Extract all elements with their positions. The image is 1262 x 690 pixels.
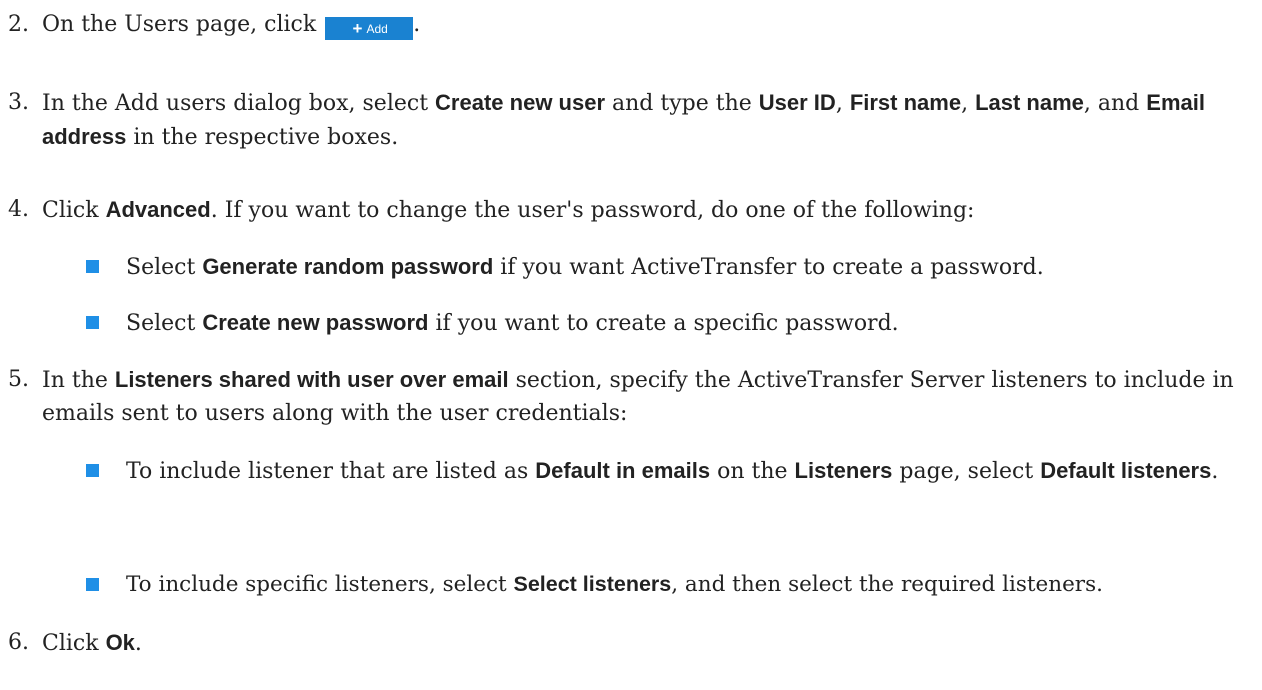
step-3: 3. In the Add users dialog box, select C… bbox=[8, 86, 1250, 154]
step-text: Click Ok. bbox=[42, 630, 142, 656]
document: 2. On the Users page, click + Add. 3. In … bbox=[0, 0, 1262, 690]
step-text: Click Advanced. If you want to change th… bbox=[42, 197, 975, 223]
plus-icon: + bbox=[352, 19, 363, 38]
step-number: 5. bbox=[8, 367, 29, 392]
step-text: In the Listeners shared with user over e… bbox=[42, 367, 1234, 426]
square-bullet-icon bbox=[86, 578, 99, 591]
step-number: 3. bbox=[8, 90, 29, 115]
step-number: 2. bbox=[8, 12, 29, 37]
list-item-text: Select Create new password if you want t… bbox=[126, 310, 899, 336]
step-6: 6. Click Ok. bbox=[8, 626, 1250, 660]
list-item: Select Generate random password if you w… bbox=[62, 250, 1252, 284]
list-item-text: Select Generate random password if you w… bbox=[126, 254, 1044, 280]
step-text: In the Add users dialog box, select Crea… bbox=[42, 90, 1205, 150]
list-item: To include specific listeners, select Se… bbox=[62, 568, 1252, 601]
square-bullet-icon bbox=[86, 260, 99, 273]
step-text: On the Users page, click + Add. bbox=[42, 12, 421, 40]
step-5: 5. In the Listeners shared with user ove… bbox=[8, 363, 1250, 430]
square-bullet-icon bbox=[86, 464, 99, 477]
step-4: 4. Click Advanced. If you want to change… bbox=[8, 193, 1250, 227]
list-item: Select Create new password if you want t… bbox=[62, 306, 1252, 340]
add-button: + Add bbox=[325, 17, 414, 40]
list-item-text: To include specific listeners, select Se… bbox=[126, 572, 1103, 597]
step-2: 2. On the Users page, click + Add. bbox=[8, 8, 1250, 41]
step-number: 6. bbox=[8, 630, 29, 655]
list-item-text: To include listener that are listed as D… bbox=[126, 458, 1219, 484]
square-bullet-icon bbox=[86, 316, 99, 329]
step-number: 4. bbox=[8, 197, 29, 222]
list-item: To include listener that are listed as D… bbox=[62, 454, 1252, 488]
